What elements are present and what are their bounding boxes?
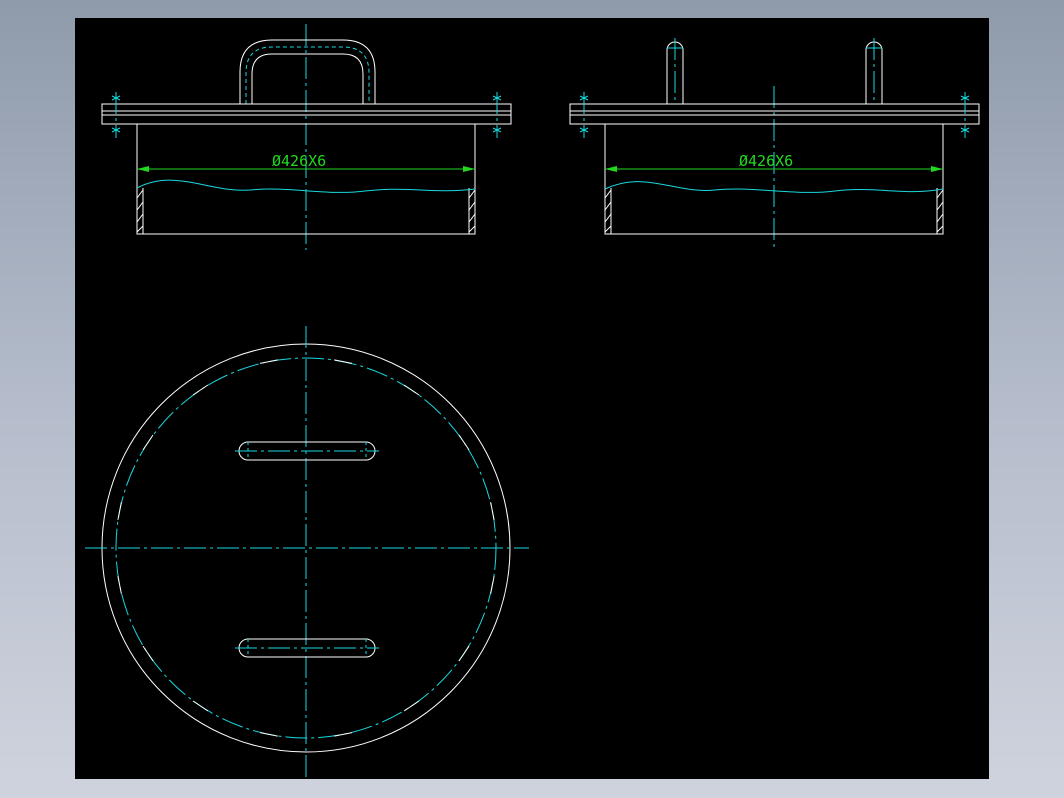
bolt-hole-tick (117, 576, 122, 594)
u-handle (239, 39, 376, 104)
bolt-hole-tick (142, 434, 154, 451)
bolt-hole-tick (260, 732, 278, 737)
right-post (865, 38, 883, 104)
bolt-hole-tick (403, 384, 420, 396)
bolt-hole-tick (192, 700, 209, 712)
bolt-hole-tick (490, 576, 495, 594)
side-view: Ø426X6 (569, 38, 980, 250)
bolt-hole-tick (458, 645, 470, 662)
bolt-hole-tick (334, 359, 352, 364)
bolt-hole-tick (260, 359, 278, 364)
bolt-hole-tick (490, 502, 495, 520)
front-view: Ø426X6 (101, 24, 512, 250)
cad-drawing-canvas[interactable]: Ø426X6 Ø426X6 (75, 18, 989, 779)
left-post (666, 38, 684, 104)
front-dimension-label: Ø426X6 (272, 152, 326, 170)
bottom-slot (235, 638, 379, 658)
bolt-hole-tick (458, 434, 470, 451)
side-dimension-label: Ø426X6 (739, 152, 793, 170)
bolt-hole-tick (117, 502, 122, 520)
bolt-hole-tick (403, 700, 420, 712)
bolt-hole-tick (334, 732, 352, 737)
plan-view (85, 326, 529, 779)
top-slot (235, 441, 379, 461)
bolt-hole-tick (192, 384, 209, 396)
bolt-hole-ticks (117, 359, 495, 737)
bolt-hole-tick (142, 645, 154, 662)
